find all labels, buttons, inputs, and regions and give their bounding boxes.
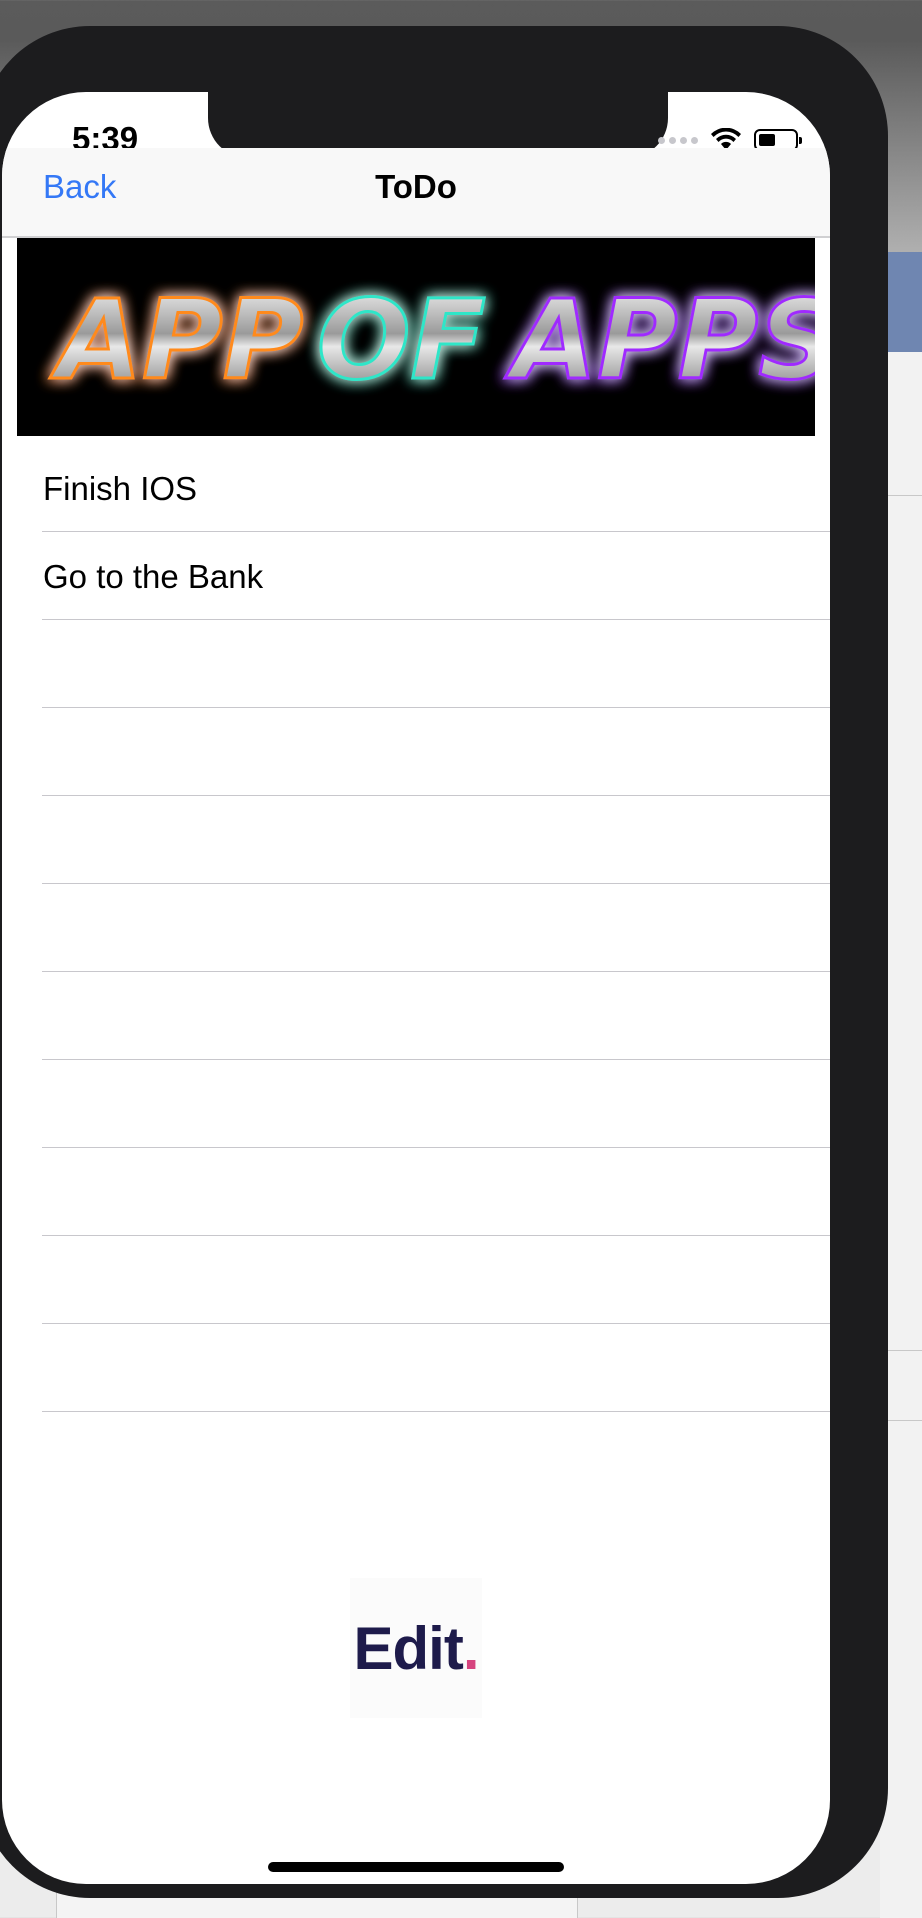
home-indicator[interactable] xyxy=(268,1862,564,1872)
list-item[interactable]: Finish IOS xyxy=(2,444,830,532)
banner-word-2: OF xyxy=(317,276,486,404)
list-item[interactable] xyxy=(2,1148,830,1236)
phone-frame: 5:39 Back ToDo APP OF APPS Finish IOS Go… xyxy=(0,26,888,1898)
banner-word-3: APPS xyxy=(504,276,815,404)
list-item[interactable] xyxy=(2,1236,830,1324)
edit-logo-text: Edit xyxy=(353,1614,464,1682)
list-item[interactable] xyxy=(2,708,830,796)
edit-logo-dot: . xyxy=(462,1614,480,1682)
todo-item-label: Finish IOS xyxy=(43,470,198,507)
list-item[interactable] xyxy=(2,884,830,972)
list-item[interactable] xyxy=(2,620,830,708)
list-item[interactable] xyxy=(2,1060,830,1148)
app-of-apps-banner: APP OF APPS xyxy=(17,238,815,436)
list-item[interactable] xyxy=(2,972,830,1060)
edit-logo: Edit. xyxy=(350,1578,482,1718)
list-item[interactable] xyxy=(2,796,830,884)
banner-word-1: APP xyxy=(49,276,303,404)
todo-item-label: Go to the Bank xyxy=(43,558,264,595)
page-title: ToDo xyxy=(375,168,457,205)
signal-icon xyxy=(658,136,698,144)
list-item[interactable] xyxy=(2,1324,830,1412)
list-item[interactable]: Go to the Bank xyxy=(2,532,830,620)
todo-list: Finish IOS Go to the Bank xyxy=(2,444,830,1412)
phone-screen: 5:39 Back ToDo APP OF APPS Finish IOS Go… xyxy=(2,92,830,1884)
navigation-bar: Back ToDo xyxy=(2,148,830,238)
